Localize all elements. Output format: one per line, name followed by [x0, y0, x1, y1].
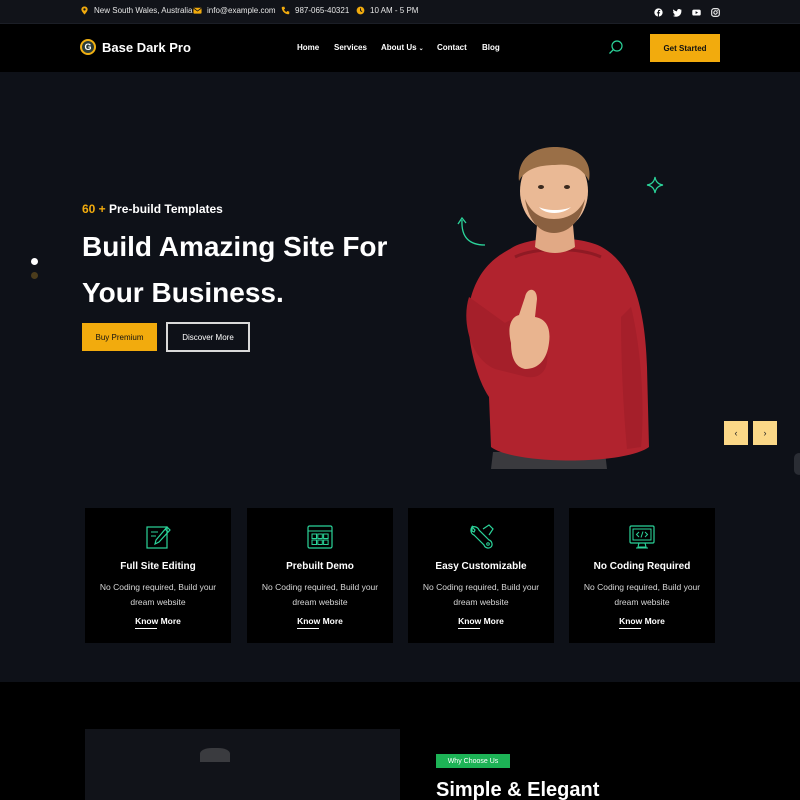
- hero-eyebrow: 60 + Pre-build Templates: [82, 202, 223, 216]
- hero-person-image: [455, 147, 655, 469]
- site-logo[interactable]: G Base Dark Pro: [80, 39, 191, 55]
- nav-home[interactable]: Home: [297, 43, 319, 52]
- know-more-link[interactable]: Know More: [85, 616, 231, 629]
- chevron-down-icon: ⌄: [418, 46, 424, 52]
- slider-next-button[interactable]: ›: [753, 421, 777, 445]
- location-info: New South Wales, Australia: [80, 6, 192, 15]
- phone-text[interactable]: 987-065-40321: [295, 6, 349, 15]
- why-choose-us-section: Why Choose Us Simple & Elegant: [0, 682, 800, 800]
- email-text[interactable]: info@example.com: [207, 6, 276, 15]
- nav-contact[interactable]: Contact: [437, 43, 467, 52]
- hero-section: 60 + Pre-build Templates Build Amazing S…: [0, 72, 800, 490]
- know-more-label: Know More: [135, 616, 181, 626]
- section-badge: Why Choose Us: [436, 754, 510, 768]
- logo-mark: G: [80, 39, 96, 55]
- feature-title: Easy Customizable: [435, 561, 527, 572]
- nav-about-us-label: About Us: [381, 43, 417, 52]
- feature-card-prebuilt-demo: Prebuilt Demo No Coding required, Build …: [247, 508, 393, 643]
- template-label: Pre-build Templates: [105, 202, 223, 216]
- location-text: New South Wales, Australia: [94, 6, 193, 15]
- map-pin-icon: [80, 6, 89, 15]
- phone-icon: [281, 6, 290, 15]
- clock-icon: [356, 6, 365, 15]
- know-more-label: Know More: [619, 616, 665, 626]
- know-more-link[interactable]: Know More: [408, 616, 554, 629]
- feature-card-easy-customizable: Easy Customizable No Coding required, Bu…: [408, 508, 554, 643]
- feature-description: No Coding required, Build your dream web…: [422, 582, 540, 607]
- twitter-icon[interactable]: [672, 7, 682, 17]
- search-icon[interactable]: [608, 39, 624, 55]
- main-navbar: G Base Dark Pro Home Services About Us ⌄ …: [0, 24, 800, 72]
- feature-description: No Coding required, Build your dream web…: [261, 582, 379, 607]
- hours-text: 10 AM - 5 PM: [370, 6, 419, 15]
- hours-info: 10 AM - 5 PM: [356, 6, 418, 15]
- feature-description: No Coding required, Build your dream web…: [99, 582, 217, 607]
- phone-info[interactable]: 987-065-40321: [281, 6, 349, 15]
- slider-prev-button[interactable]: ‹: [724, 421, 748, 445]
- scroll-edge-indicator: [794, 453, 800, 475]
- feature-title: No Coding Required: [593, 561, 691, 572]
- email-info[interactable]: info@example.com: [193, 6, 276, 15]
- edit-icon: [144, 523, 172, 551]
- know-more-label: Know More: [297, 616, 343, 626]
- know-more-link[interactable]: Know More: [247, 616, 393, 629]
- get-started-button[interactable]: Get Started: [650, 34, 720, 62]
- slider-dot[interactable]: [31, 272, 38, 279]
- feature-description: No Coding required, Build your dream web…: [583, 582, 701, 607]
- know-more-link[interactable]: Know More: [569, 616, 715, 629]
- instagram-icon[interactable]: [710, 7, 720, 17]
- feature-title: Full Site Editing: [120, 561, 196, 572]
- buy-premium-button[interactable]: Buy Premium: [82, 323, 157, 351]
- feature-card-full-site-editing: Full Site Editing No Coding required, Bu…: [85, 508, 231, 643]
- nav-services[interactable]: Services: [334, 43, 367, 52]
- hero-title-line1: Build Amazing Site For: [82, 231, 388, 262]
- nav-blog[interactable]: Blog: [482, 43, 500, 52]
- grid-window-icon: [306, 523, 334, 551]
- template-count: 60 +: [82, 202, 106, 216]
- hero-title: Build Amazing Site For Your Business.: [82, 224, 422, 316]
- feature-title: Prebuilt Demo: [286, 561, 354, 572]
- section-title: Simple & Elegant: [436, 779, 600, 800]
- know-more-label: Know More: [458, 616, 504, 626]
- slider-dot-active[interactable]: [31, 258, 38, 265]
- envelope-icon: [193, 6, 202, 15]
- discover-more-button[interactable]: Discover More: [166, 322, 250, 352]
- facebook-icon[interactable]: [653, 7, 663, 17]
- code-monitor-icon: [628, 523, 656, 551]
- brand-name: Base Dark Pro: [102, 39, 191, 55]
- thumbnail-preview-shape: [200, 748, 230, 762]
- youtube-icon[interactable]: [691, 7, 701, 17]
- hero-title-line2: Your Business.: [82, 277, 284, 308]
- top-info-bar: New South Wales, Australia info@example.…: [0, 0, 800, 24]
- video-thumbnail[interactable]: [85, 729, 400, 800]
- feature-card-no-coding-required: No Coding Required No Coding required, B…: [569, 508, 715, 643]
- wrench-icon: [467, 523, 495, 551]
- nav-about-us[interactable]: About Us ⌄: [381, 43, 424, 52]
